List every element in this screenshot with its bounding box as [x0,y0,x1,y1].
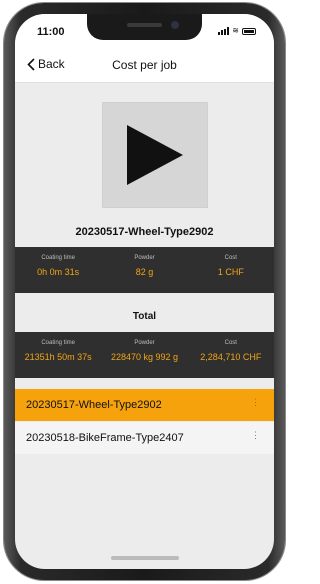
home-indicator[interactable] [111,556,179,560]
stat-label: Powder [134,255,155,261]
total-stat-powder: Powder 228470 kg 992 g [101,332,187,378]
stat-value: 228470 kg 992 g [110,352,179,362]
battery-icon [242,28,256,35]
camera-icon [171,21,179,29]
phone-frame: 11:00 ≋ Back Cost per job 20230517-Wheel… [4,3,285,580]
list-item-label: 20230518-BikeFrame-Type2407 [26,432,184,444]
stat-label: Powder [134,340,155,346]
total-stat-coating-time: Coating time 21351h 50m 37s [15,332,101,378]
job-stat-cost: Cost 1 CHF [188,247,274,293]
page-title: Cost per job [112,58,177,72]
stat-value: 2,284,710 CHF [200,352,262,362]
job-list-item[interactable]: 20230518-BikeFrame-Type2407 ⋮ [15,422,274,454]
navigation-bar: Back Cost per job [15,50,274,83]
media-thumbnail[interactable] [102,102,208,208]
list-item-label: 20230517-Wheel-Type2902 [26,399,162,411]
signal-icon [218,27,230,35]
job-stats-bar: Coating time 0h 0m 31s Powder 82 g Cost … [15,247,274,293]
stat-label: Coating time [41,340,75,346]
status-icons: ≋ [218,27,256,35]
job-stat-coating-time: Coating time 0h 0m 31s [15,247,101,293]
stat-value: 21351h 50m 37s [24,352,92,362]
app-screen: 11:00 ≋ Back Cost per job 20230517-Wheel… [15,14,274,569]
wifi-icon: ≋ [232,26,239,35]
total-stat-cost: Cost 2,284,710 CHF [188,332,274,378]
stat-label: Cost [224,255,237,261]
stat-label: Coating time [41,255,75,261]
total-heading: Total [132,311,157,322]
speaker-grille [127,23,162,27]
status-time: 11:00 [37,26,65,38]
more-options-icon[interactable]: ⋮ [251,398,260,407]
stat-value: 1 CHF [217,267,244,277]
more-options-icon[interactable]: ⋮ [251,431,260,440]
job-list-item-selected[interactable]: 20230517-Wheel-Type2902 ⋮ [15,389,274,421]
total-stats-bar: Coating time 21351h 50m 37s Powder 22847… [15,332,274,378]
job-stat-powder: Powder 82 g [101,247,187,293]
play-icon [127,125,183,185]
stat-value: 82 g [135,267,154,277]
job-title: 20230517-Wheel-Type2902 [75,226,214,238]
phone-notch [87,14,202,40]
stat-value: 0h 0m 31s [37,267,80,277]
stat-label: Cost [224,340,237,346]
